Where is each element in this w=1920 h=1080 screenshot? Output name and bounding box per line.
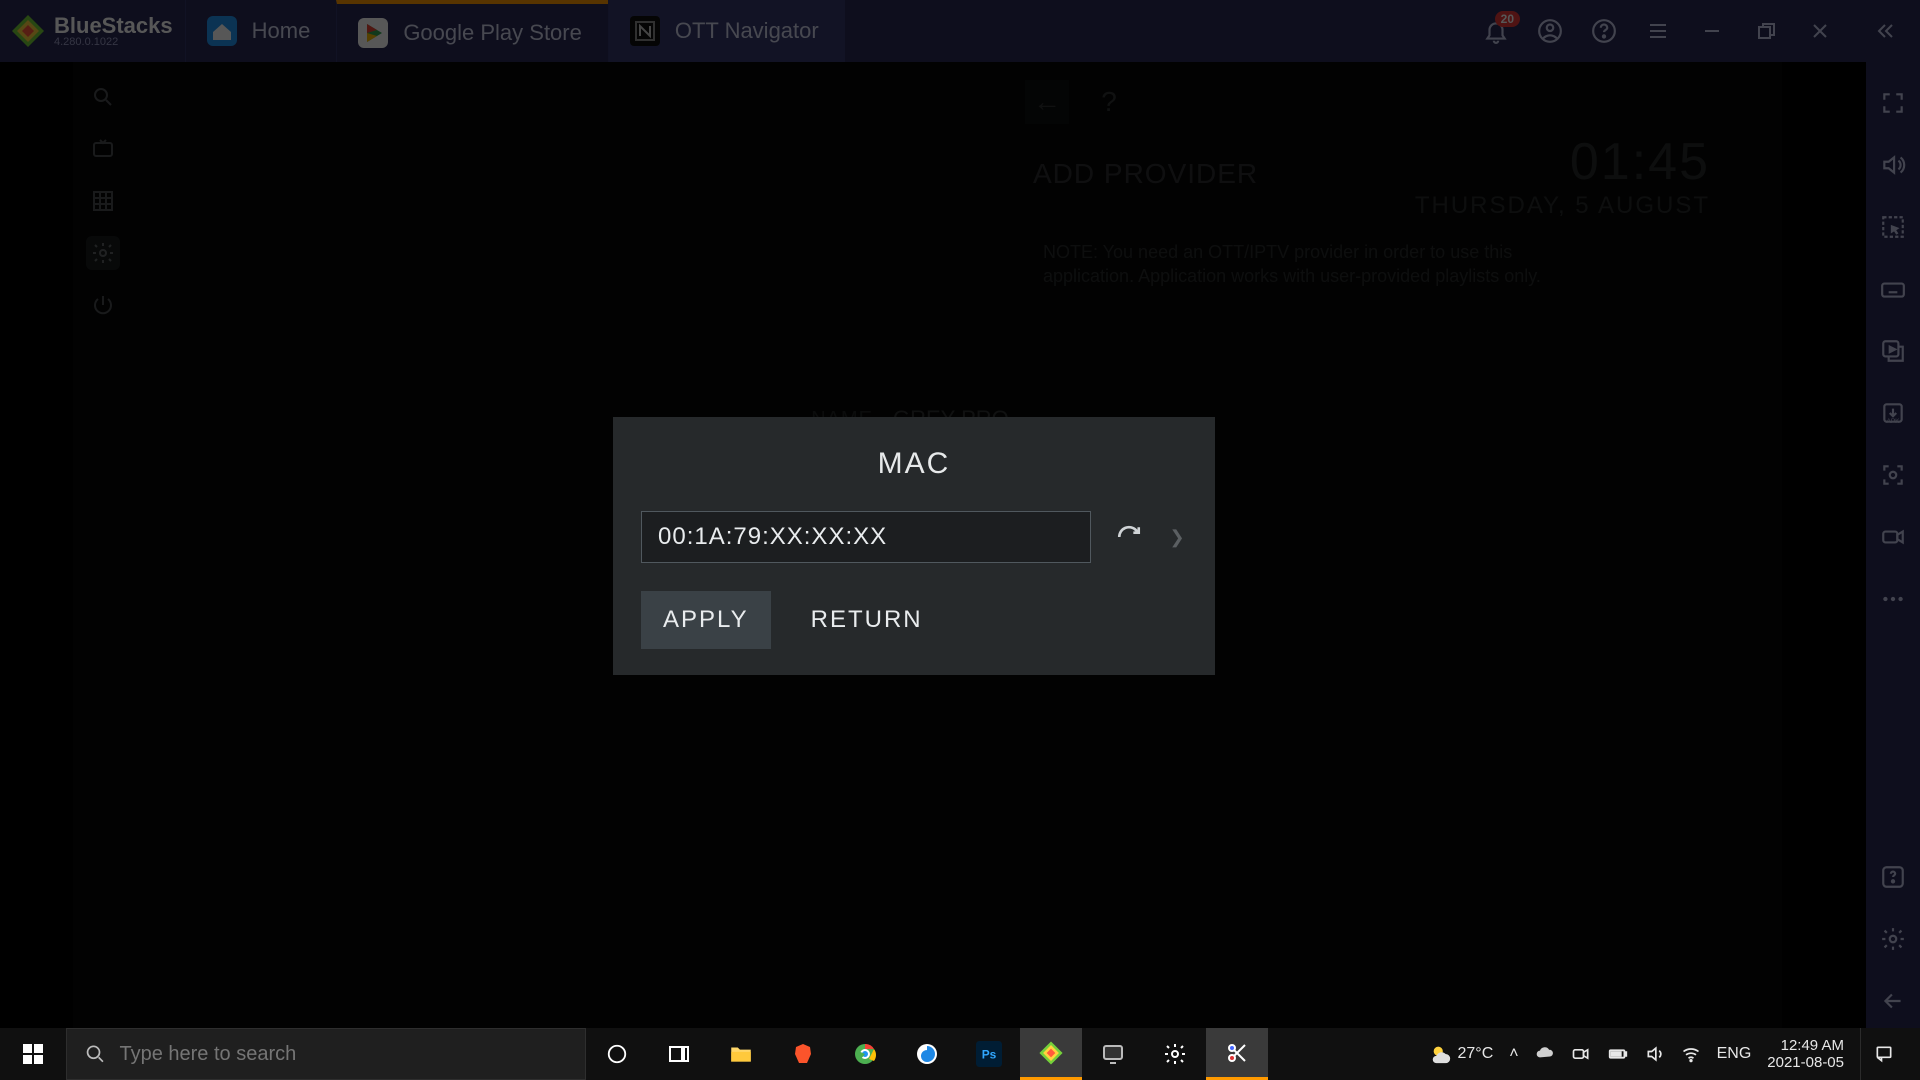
taskview-icon[interactable] xyxy=(648,1028,710,1080)
svg-text:APK: APK xyxy=(1886,418,1900,425)
system-tray: 27°C ˄ ENG 12:49 AM 2021-08-05 xyxy=(1430,1028,1920,1080)
spark-icon[interactable] xyxy=(896,1028,958,1080)
bg-clock-time: 01:45 xyxy=(1415,132,1710,192)
android-app-surface: ← ? ADD PROVIDER 01:45 THURSDAY, 5 AUGUS… xyxy=(73,62,1782,1040)
bg-clock-date: THURSDAY, 5 AUGUST xyxy=(1415,192,1710,220)
bg-back-icon: ← xyxy=(1025,80,1069,124)
weather-widget[interactable]: 27°C xyxy=(1430,1043,1494,1065)
tab-home-label: Home xyxy=(252,18,311,44)
battery-icon[interactable] xyxy=(1607,1043,1629,1065)
action-center-icon[interactable] xyxy=(1860,1028,1906,1080)
maximize-button[interactable] xyxy=(1748,13,1784,49)
weather-value: 27°C xyxy=(1458,1045,1494,1063)
install-apk-icon[interactable]: APK xyxy=(1876,396,1910,430)
macro-play-icon[interactable] xyxy=(1876,334,1910,368)
apply-button[interactable]: APPLY xyxy=(641,591,771,649)
record-icon[interactable] xyxy=(1876,520,1910,554)
tab-playstore[interactable]: Google Play Store xyxy=(336,0,608,62)
bluestacks-logo-icon xyxy=(8,11,48,51)
screenshot-icon[interactable] xyxy=(1876,458,1910,492)
bg-help-icon: ? xyxy=(1087,80,1131,124)
fullscreen-icon[interactable] xyxy=(1876,86,1910,120)
cursor-select-icon[interactable] xyxy=(1876,210,1910,244)
brave-icon[interactable] xyxy=(772,1028,834,1080)
side-settings-icon[interactable] xyxy=(1876,922,1910,956)
mac-dialog-title: MAC xyxy=(641,447,1187,481)
return-button[interactable]: RETURN xyxy=(789,591,945,649)
bluestacks-titlebar: BlueStacks 4.280.0.1022 Home Google Play… xyxy=(0,0,1920,62)
tab-ottnavigator[interactable]: OTT Navigator xyxy=(608,0,845,62)
home-icon xyxy=(204,13,240,49)
volume-icon[interactable] xyxy=(1876,148,1910,182)
bluestacks-side-toolbar: APK xyxy=(1862,62,1920,1040)
playstore-icon xyxy=(355,15,391,51)
more-icon[interactable] xyxy=(1876,582,1910,616)
ottnavigator-icon xyxy=(627,13,663,49)
bg-clock: 01:45 THURSDAY, 5 AUGUST xyxy=(1415,132,1710,220)
gear-icon[interactable] xyxy=(1144,1028,1206,1080)
wifi-icon[interactable] xyxy=(1681,1044,1701,1064)
taskbar-search-input[interactable] xyxy=(119,1043,585,1066)
tab-ottnavigator-label: OTT Navigator xyxy=(675,18,819,44)
search-icon xyxy=(85,1043,105,1065)
notifications-button[interactable]: 20 xyxy=(1478,13,1514,49)
side-help-icon[interactable] xyxy=(1876,860,1910,894)
minimize-button[interactable] xyxy=(1694,13,1730,49)
explorer-icon[interactable] xyxy=(710,1028,772,1080)
svg-text:Ps: Ps xyxy=(982,1047,997,1061)
tray-expand-icon[interactable]: ˄ xyxy=(1509,1045,1518,1063)
bg-title: ADD PROVIDER xyxy=(1033,158,1258,190)
cortana-icon[interactable] xyxy=(586,1028,648,1080)
onedrive-icon[interactable] xyxy=(1535,1044,1555,1064)
tray-volume-icon[interactable] xyxy=(1645,1044,1665,1064)
tab-playstore-label: Google Play Store xyxy=(403,20,582,46)
bluestacks-taskbar-icon[interactable] xyxy=(1020,1028,1082,1080)
mac-dialog: MAC ❯ APPLY RETURN xyxy=(613,417,1215,675)
hamburger-menu-button[interactable] xyxy=(1640,13,1676,49)
bg-note: NOTE: You need an OTT/IPTV provider in o… xyxy=(1043,240,1603,289)
account-button[interactable] xyxy=(1532,13,1568,49)
mac-input[interactable] xyxy=(641,511,1091,563)
chrome-icon[interactable] xyxy=(834,1028,896,1080)
bluestacks-window-controls: 20 xyxy=(1478,0,1920,62)
meetnow-icon[interactable] xyxy=(1571,1044,1591,1064)
monitor-icon[interactable] xyxy=(1082,1028,1144,1080)
close-button[interactable] xyxy=(1802,13,1838,49)
taskbar-clock[interactable]: 12:49 AM 2021-08-05 xyxy=(1767,1037,1844,1072)
bluestacks-logo-area: BlueStacks 4.280.0.1022 xyxy=(0,0,185,62)
windows-taskbar: Ps 27°C ˄ ENG 12:49 AM 2021-08-05 xyxy=(0,1028,1920,1080)
taskbar-search[interactable] xyxy=(66,1028,586,1080)
bluestacks-brand: BlueStacks xyxy=(54,15,173,37)
language-indicator[interactable]: ENG xyxy=(1717,1045,1752,1063)
clock-date: 2021-08-05 xyxy=(1767,1054,1844,1071)
tab-home[interactable]: Home xyxy=(185,0,337,62)
notifications-badge: 20 xyxy=(1495,11,1520,27)
keyboard-icon[interactable] xyxy=(1876,272,1910,306)
collapse-sidebar-button[interactable] xyxy=(1866,13,1902,49)
bluestacks-version: 4.280.0.1022 xyxy=(54,37,173,48)
emulator-viewport: ← ? ADD PROVIDER 01:45 THURSDAY, 5 AUGUS… xyxy=(0,62,1862,1040)
help-button[interactable] xyxy=(1586,13,1622,49)
start-button[interactable] xyxy=(0,1028,66,1080)
clock-time: 12:49 AM xyxy=(1767,1037,1844,1054)
photoshop-icon[interactable]: Ps xyxy=(958,1028,1020,1080)
refresh-icon[interactable] xyxy=(1111,519,1147,555)
chevron-right-icon[interactable]: ❯ xyxy=(1167,527,1187,547)
snip-icon[interactable] xyxy=(1206,1028,1268,1080)
side-back-icon[interactable] xyxy=(1876,984,1910,1018)
